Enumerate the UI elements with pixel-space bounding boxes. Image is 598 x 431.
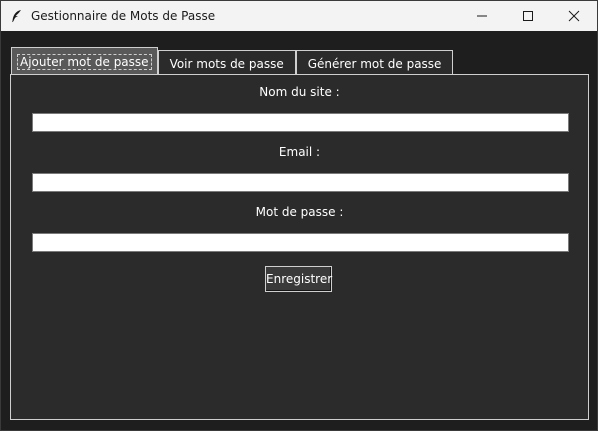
tab-label: Voir mots de passe [169,56,284,71]
tab-label: Générer mot de passe [307,56,442,71]
title-bar[interactable]: Gestionnaire de Mots de Passe [1,1,597,31]
close-icon [568,7,580,26]
password-input[interactable] [32,233,569,252]
save-button[interactable]: Enregistrer [265,266,332,292]
maximize-icon [522,7,534,26]
tab-view-passwords[interactable]: Voir mots de passe [157,50,296,76]
email-label: Email : [278,145,321,159]
tab-generate-password[interactable]: Générer mot de passe [295,50,454,76]
site-name-input[interactable] [32,113,569,132]
app-window: Gestionnaire de Mots de Passe Ajouter mo… [0,0,598,431]
minimize-button[interactable] [459,1,505,31]
close-button[interactable] [551,1,597,31]
tab-bar: Ajouter mot de passe Voir mots de passe … [11,46,454,76]
window-controls [459,1,597,31]
tab-add-password[interactable]: Ajouter mot de passe [11,47,158,76]
feather-icon [9,8,25,24]
password-label: Mot de passe : [255,205,344,219]
tab-label: Ajouter mot de passe [17,54,152,70]
maximize-button[interactable] [505,1,551,31]
window-title: Gestionnaire de Mots de Passe [31,9,216,23]
site-name-label: Nom du site : [259,85,340,99]
minimize-icon [476,7,488,26]
email-input[interactable] [32,173,569,192]
add-password-panel: Nom du site : Email : Mot de passe : Enr… [10,74,589,420]
client-area: Ajouter mot de passe Voir mots de passe … [1,31,597,430]
